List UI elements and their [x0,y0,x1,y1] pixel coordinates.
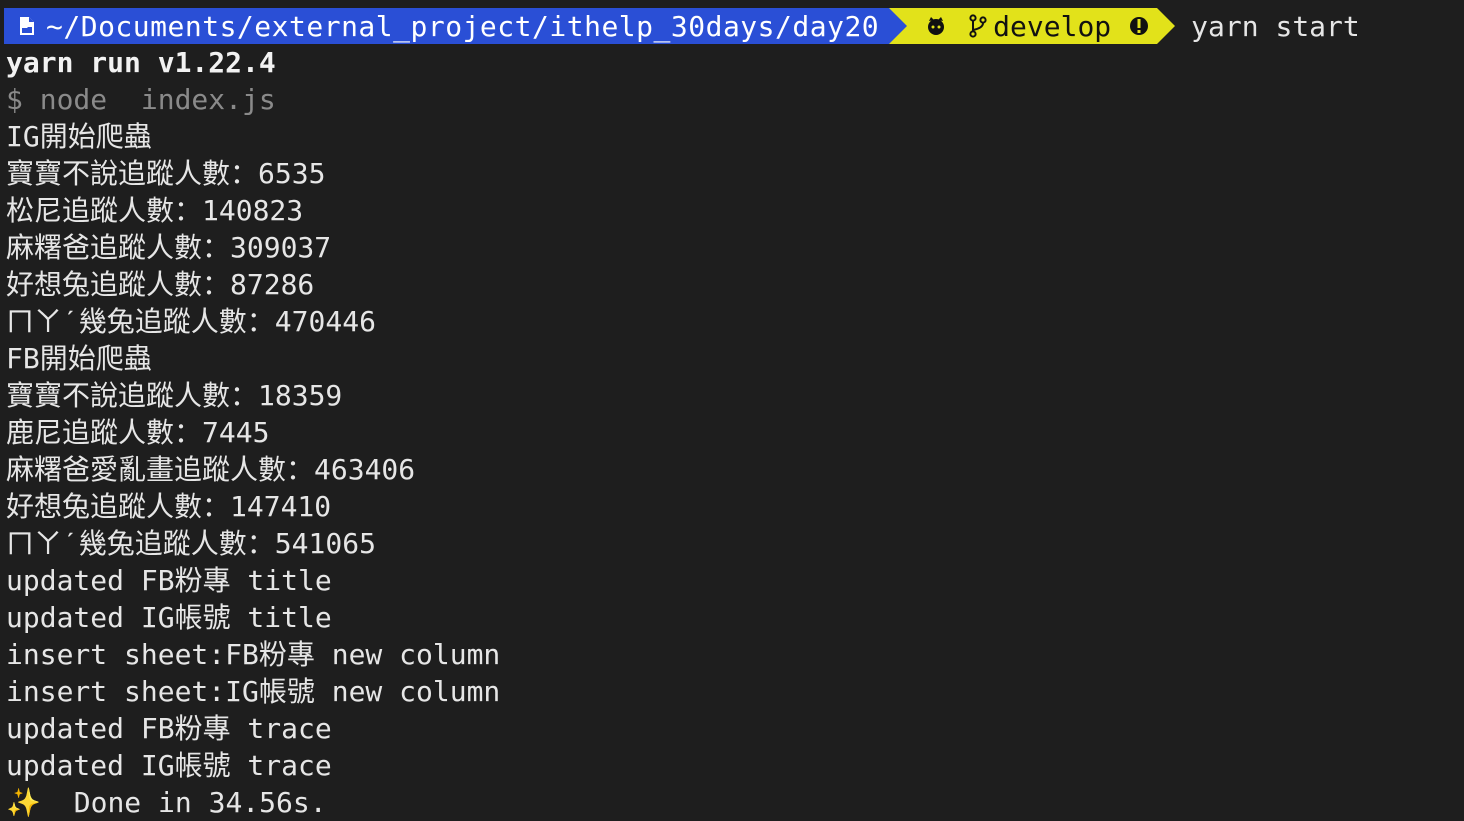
output-line: FB開始爬蟲 [6,342,152,375]
output-line: 寶寶不說追蹤人數：18359 [6,379,343,412]
prompt-git-segment: develop [907,8,1158,44]
output-line: 松尼追蹤人數：140823 [6,194,304,227]
powerline-separator [1157,8,1176,44]
prompt-path-segment: ~/Documents/external_project/ithelp_30da… [4,8,890,44]
output-line: updated FB粉專 trace [6,712,332,745]
github-icon [925,15,947,37]
powerline-separator [889,8,908,44]
output-line: updated FB粉專 title [6,564,332,597]
output-line: insert sheet:FB粉專 new column [6,638,501,671]
output-line: updated IG帳號 trace [6,749,332,782]
output-line: ㄇㄚˊ幾兔追蹤人數：541065 [6,527,376,560]
yarn-version-line: yarn run v1.22.4 [6,46,276,79]
terminal-output: yarn run v1.22.4 $ node index.js IG開始爬蟲 … [6,44,1464,821]
output-line: insert sheet:IG帳號 new column [6,675,501,708]
output-line: IG開始爬蟲 [6,120,152,153]
prompt-command: yarn start [1191,9,1360,43]
output-line: 麻糬爸愛亂畫追蹤人數：463406 [6,453,416,486]
prompt-branch: develop [993,9,1112,43]
done-text: Done in 34.56s. [56,786,327,819]
output-line: 好想兔追蹤人數：87286 [6,268,315,301]
output-line: 麻糬爸追蹤人數：309037 [6,231,332,264]
prompt-path: ~/Documents/external_project/ithelp_30da… [46,9,880,43]
folder-icon [18,16,36,36]
output-line: 好想兔追蹤人數：147410 [6,490,332,523]
exclamation-icon [1129,15,1149,37]
shell-prompt: ~/Documents/external_project/ithelp_30da… [4,8,1360,44]
run-command-line: $ node index.js [6,83,276,116]
output-line: 鹿尼追蹤人數：7445 [6,416,270,449]
git-branch-icon [969,14,987,38]
done-line: ✨ Done in 34.56s. [6,784,1464,821]
output-line: updated IG帳號 title [6,601,332,634]
sparkles-icon: ✨ [6,786,41,819]
output-line: ㄇㄚˊ幾兔追蹤人數：470446 [6,305,376,338]
terminal-window[interactable]: ~/Documents/external_project/ithelp_30da… [0,0,1464,821]
output-line: 寶寶不說追蹤人數：6535 [6,157,326,190]
